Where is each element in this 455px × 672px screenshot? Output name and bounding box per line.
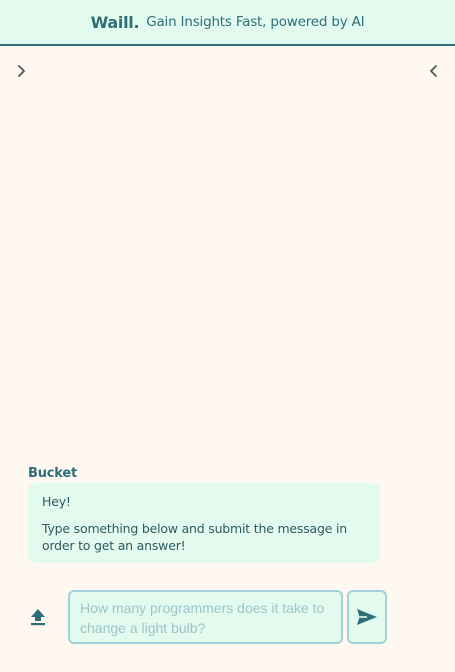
chevron-right-icon	[18, 65, 25, 77]
message-text: Hey!	[42, 494, 71, 509]
upload-icon	[31, 609, 45, 626]
chat-message-bubble: Hey! Type something below and submit the…	[28, 483, 380, 563]
message-sender: Bucket	[28, 466, 77, 481]
header-tagline: Gain Insights Fast, powered by AI	[146, 14, 365, 30]
upload-button[interactable]	[29, 607, 47, 627]
send-icon	[357, 609, 377, 625]
chevron-left-icon	[430, 65, 437, 77]
brand-logo: Waill.	[90, 12, 140, 32]
message-input-container	[68, 590, 343, 644]
expand-left-panel-button[interactable]	[14, 63, 28, 79]
expand-right-panel-button[interactable]	[427, 63, 441, 79]
message-input[interactable]	[80, 598, 331, 636]
send-button[interactable]	[347, 590, 387, 644]
app-header: Waill. Gain Insights Fast, powered by AI	[0, 0, 455, 46]
message-text: Type something below and submit the mess…	[42, 521, 347, 553]
